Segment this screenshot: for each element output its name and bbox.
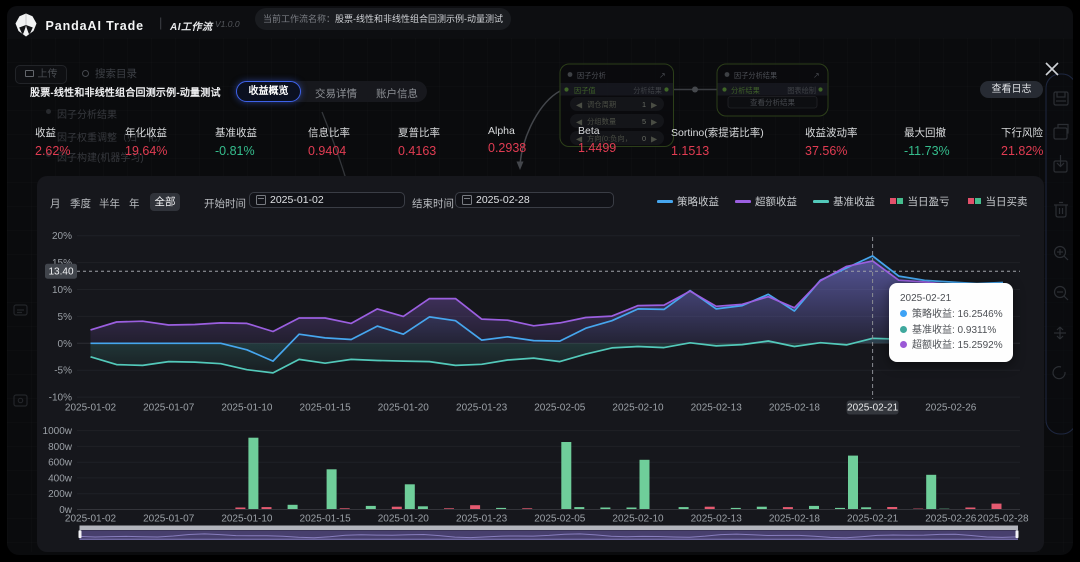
- svg-text:2025-01-23: 2025-01-23: [456, 403, 508, 414]
- svg-text:800w: 800w: [48, 442, 73, 453]
- svg-text:200w: 200w: [48, 489, 73, 500]
- svg-text:2025-02-21: 2025-02-21: [847, 514, 899, 525]
- svg-text:5%: 5%: [58, 312, 73, 323]
- svg-text:2025-01-02: 2025-01-02: [65, 514, 117, 525]
- svg-text:2025-01-02: 2025-01-02: [65, 403, 117, 414]
- svg-text:2025-01-20: 2025-01-20: [378, 514, 430, 525]
- svg-text:2025-02-28: 2025-02-28: [977, 514, 1029, 525]
- svg-text:2025-02-26: 2025-02-26: [925, 403, 977, 414]
- svg-text:-5%: -5%: [54, 366, 72, 377]
- svg-text:2025-01-15: 2025-01-15: [300, 514, 352, 525]
- svg-text:2025-01-07: 2025-01-07: [143, 403, 195, 414]
- svg-text:2025-02-18: 2025-02-18: [769, 514, 821, 525]
- svg-text:20%: 20%: [52, 231, 72, 242]
- svg-text:2025-02-05: 2025-02-05: [534, 403, 586, 414]
- svg-text:2025-01-07: 2025-01-07: [143, 514, 195, 525]
- svg-text:2025-02-10: 2025-02-10: [612, 403, 664, 414]
- svg-text:1000w: 1000w: [43, 426, 73, 437]
- svg-text:600w: 600w: [48, 458, 73, 469]
- svg-text:2025-01-15: 2025-01-15: [300, 403, 352, 414]
- svg-text:2025-02-13: 2025-02-13: [691, 514, 743, 525]
- svg-text:2025-01-20: 2025-01-20: [378, 403, 430, 414]
- svg-text:2025-02-13: 2025-02-13: [691, 403, 743, 414]
- svg-text:10%: 10%: [52, 285, 72, 296]
- svg-text:2025-01-23: 2025-01-23: [456, 514, 508, 525]
- svg-text:2025-02-21: 2025-02-21: [847, 403, 899, 414]
- svg-text:2025-02-26: 2025-02-26: [925, 514, 977, 525]
- svg-text:2025-02-18: 2025-02-18: [769, 403, 821, 414]
- svg-text:400w: 400w: [48, 473, 73, 484]
- svg-text:2025-02-10: 2025-02-10: [612, 514, 664, 525]
- svg-text:2025-02-05: 2025-02-05: [534, 514, 586, 525]
- svg-text:2025-01-10: 2025-01-10: [221, 403, 273, 414]
- svg-text:13.40: 13.40: [48, 267, 73, 278]
- svg-text:2025-01-10: 2025-01-10: [221, 514, 273, 525]
- svg-text:0%: 0%: [58, 339, 73, 350]
